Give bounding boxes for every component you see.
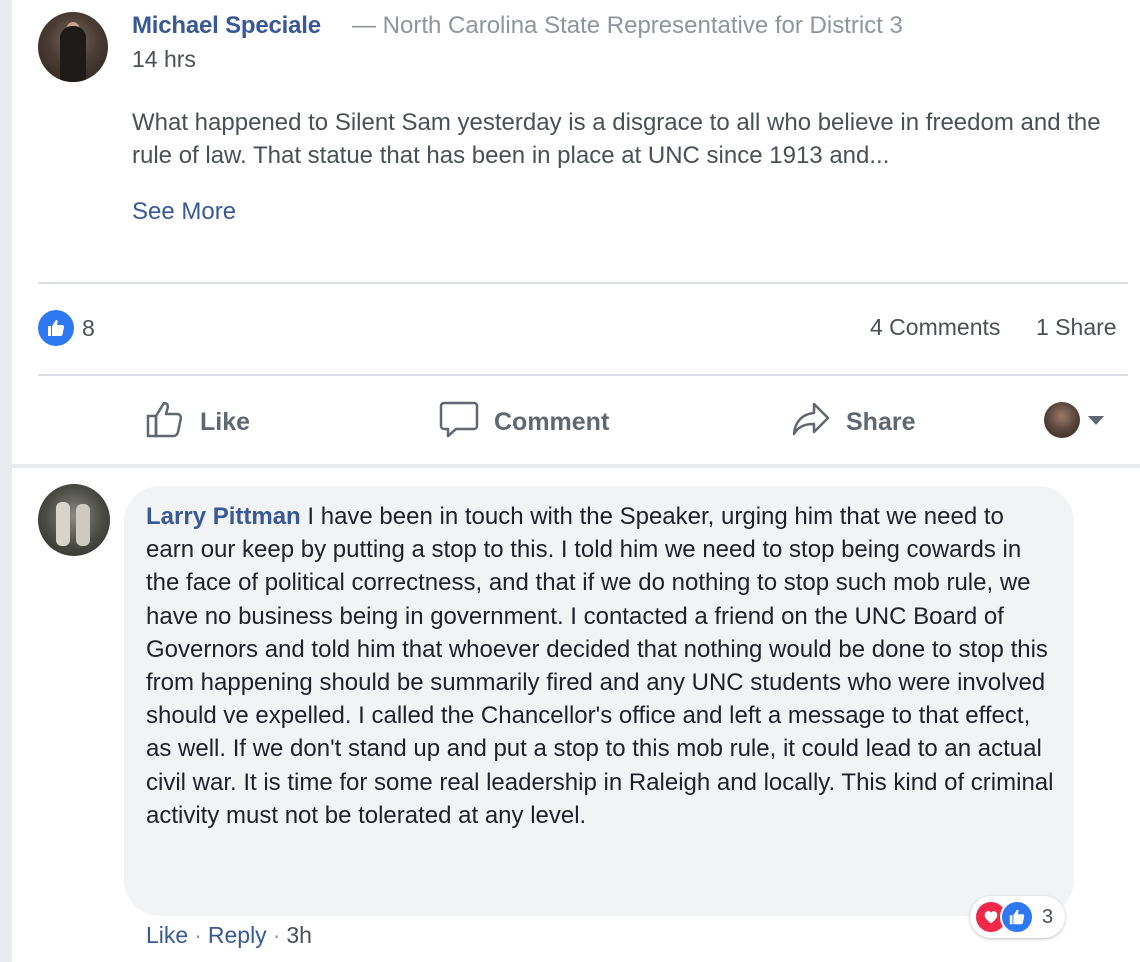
post-separator — [12, 464, 1140, 468]
page-left-border — [0, 0, 12, 962]
share-arrow-icon — [790, 398, 832, 447]
caret-down-icon — [1088, 415, 1104, 425]
separator-dot: · — [272, 922, 281, 948]
post-author-name[interactable]: Michael Speciale — [132, 12, 321, 40]
comment-reply-link[interactable]: Reply — [208, 922, 267, 949]
commenter-avatar[interactable] — [38, 484, 110, 556]
like-reaction-icon — [1000, 900, 1034, 934]
reaction-count: 3 — [1042, 905, 1054, 928]
divider — [38, 282, 1128, 284]
like-badge-icon — [38, 310, 74, 346]
post-timestamp[interactable]: 14 hrs — [132, 46, 196, 73]
reaction-summary[interactable]: 8 — [38, 310, 95, 346]
share-count-link[interactable]: 1 Share — [1036, 314, 1117, 341]
avatar-figure-shape — [60, 26, 86, 82]
post-as-selector[interactable] — [1044, 402, 1104, 438]
post-author-subtitle: — North Carolina State Representative fo… — [352, 12, 903, 39]
comment-icon — [438, 398, 480, 447]
comment-like-link[interactable]: Like — [146, 922, 188, 949]
comments-count-link[interactable]: 4 Comments — [870, 314, 1000, 341]
avatar-person-shape — [56, 502, 70, 546]
viewer-avatar — [1044, 402, 1080, 438]
comment-button-label: Comment — [494, 408, 610, 436]
share-button-label: Share — [846, 408, 916, 436]
commenter-name[interactable]: Larry Pittman — [146, 503, 301, 530]
divider — [38, 374, 1128, 376]
comment-button[interactable]: Comment — [438, 398, 609, 447]
separator-dot: · — [194, 922, 202, 948]
avatar-person-shape — [76, 504, 90, 546]
comment-meta: Like · Reply · 3h — [146, 922, 312, 949]
see-more-link[interactable]: See More — [132, 198, 236, 226]
like-button-label: Like — [200, 408, 251, 436]
like-count: 8 — [82, 314, 95, 341]
comment-body: I have been in touch with the Speaker, u… — [146, 503, 1054, 829]
share-button[interactable]: Share — [790, 398, 915, 447]
author-avatar[interactable] — [38, 12, 108, 82]
comment-text: Larry Pittman I have been in touch with … — [146, 500, 1056, 832]
comment-time[interactable]: 3h — [286, 922, 312, 949]
thumbs-up-icon — [144, 398, 186, 447]
comment-reactions[interactable]: 3 — [970, 896, 1066, 938]
post-body-text: What happened to Silent Sam yesterday is… — [132, 109, 1101, 169]
like-button[interactable]: Like — [144, 398, 250, 447]
